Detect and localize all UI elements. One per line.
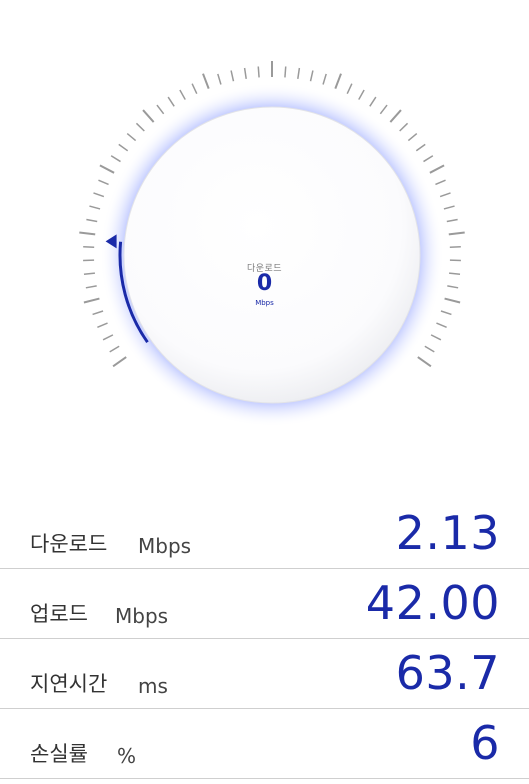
gauge-tick (379, 104, 388, 115)
gauge-tick (79, 231, 96, 236)
upload-value: 42.00 (365, 576, 500, 630)
gauge-tick (112, 356, 127, 368)
result-row-loss: 손실률 % 6 (0, 709, 529, 779)
gauge-tick (191, 83, 198, 94)
gauge-tick (448, 231, 465, 236)
gauge-tick (440, 310, 452, 316)
gauge-tick (439, 192, 451, 198)
gauge-tick (156, 104, 165, 115)
gauge-tick (93, 192, 105, 198)
gauge-tick (109, 345, 120, 353)
download-label: 다운로드 (30, 532, 108, 556)
gauge-tick (126, 132, 137, 142)
gauge-tick (424, 345, 435, 353)
results-list: 다운로드 Mbps 2.13 업로드 Mbps 42.00 지연시간 ms 63… (0, 499, 529, 779)
latency-label: 지연시간 (30, 672, 108, 696)
gauge-tick (436, 322, 447, 329)
gauge-tick (322, 73, 327, 85)
gauge-tick (297, 67, 301, 79)
gauge-tick (389, 109, 402, 123)
gauge-tick (346, 83, 353, 94)
gauge-tick (102, 334, 114, 341)
gauge-tick (435, 179, 446, 186)
result-row-download: 다운로드 Mbps 2.13 (0, 499, 529, 569)
gauge-tick (142, 109, 155, 123)
gauge-tick (257, 66, 260, 78)
gauge-tick (423, 155, 434, 163)
loss-value: 6 (470, 716, 500, 770)
latency-unit: ms (138, 674, 168, 698)
gauge-tick (179, 89, 186, 100)
gauge-tick (309, 70, 314, 82)
gauge-tick (446, 218, 458, 223)
gauge-tick (217, 73, 222, 85)
gauge-tick (415, 143, 426, 152)
gauge-tick (89, 205, 101, 210)
gauge-tick (97, 322, 108, 329)
gauge-tick (399, 122, 409, 132)
gauge-tick (135, 122, 145, 132)
gauge-value: 0 (256, 271, 273, 296)
upload-unit: Mbps (115, 604, 169, 628)
loss-unit: % (117, 744, 137, 768)
gauge-tick (99, 164, 115, 174)
gauge-tick (167, 96, 175, 107)
speed-gauge (79, 61, 465, 427)
gauge-tick (429, 164, 445, 174)
gauge-tick (417, 356, 432, 368)
loss-label: 손실률 (30, 742, 88, 766)
result-row-upload: 업로드 Mbps 42.00 (0, 569, 529, 639)
gauge-tick (407, 132, 418, 142)
gauge-tick (243, 67, 247, 79)
upload-label: 업로드 (30, 602, 88, 626)
gauge-tick (334, 73, 342, 89)
latency-value: 63.7 (395, 646, 500, 700)
gauge-tick (230, 70, 235, 82)
gauge-dial (123, 106, 421, 404)
gauge-unit: Mbps (255, 299, 274, 307)
gauge-tick (202, 73, 210, 89)
download-unit: Mbps (138, 534, 192, 558)
gauge-tick (86, 218, 98, 223)
gauge-tick (92, 310, 104, 316)
download-value: 2.13 (395, 506, 500, 560)
gauge-tick (358, 89, 365, 100)
gauge-tick (118, 143, 129, 152)
gauge-tick (110, 155, 121, 163)
gauge-tick (369, 96, 377, 107)
gauge-tick (284, 66, 287, 78)
gauge-tick (430, 334, 442, 341)
gauge-tick (443, 205, 455, 210)
gauge-tick (98, 179, 109, 186)
result-row-latency: 지연시간 ms 63.7 (0, 639, 529, 709)
